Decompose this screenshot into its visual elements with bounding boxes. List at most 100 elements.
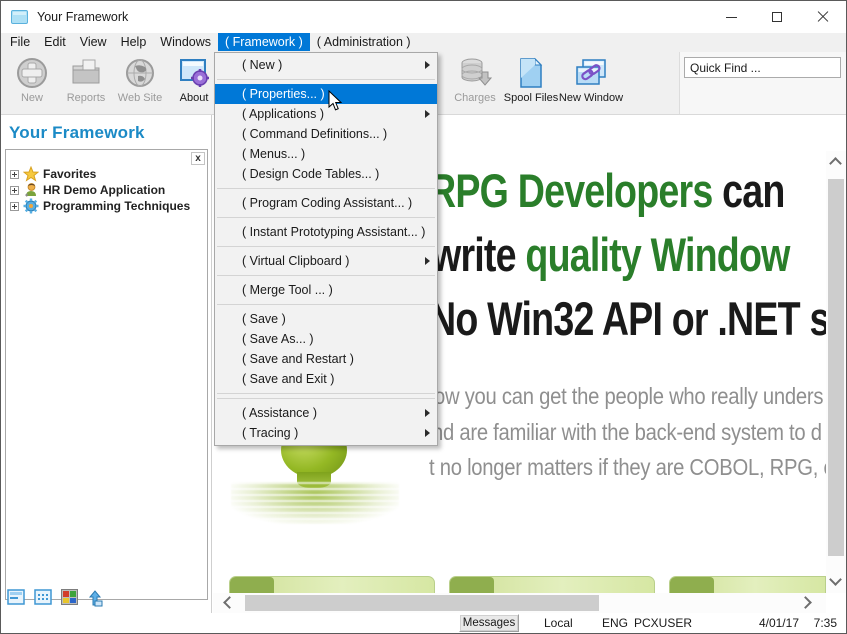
- vertical-scrollbar[interactable]: [826, 151, 846, 593]
- green-card-3: [669, 576, 826, 593]
- menu-item-instant-prototyping-assistant[interactable]: ( Instant Prototyping Assistant... ): [215, 222, 437, 242]
- quick-find-panel: [679, 52, 846, 114]
- close-icon: [817, 11, 829, 23]
- card-cap: [230, 577, 274, 593]
- about-button[interactable]: About: [167, 56, 221, 111]
- menu-item-program-coding-assistant[interactable]: ( Program Coding Assistant... ): [215, 193, 437, 213]
- scroll-left-icon[interactable]: [223, 596, 236, 609]
- tree-panel: x Favorites HR Demo Application: [5, 149, 208, 600]
- charges-database-icon: [458, 56, 492, 90]
- scroll-right-icon[interactable]: [799, 596, 812, 609]
- menu-item-save-and-exit[interactable]: ( Save and Exit ): [215, 369, 437, 389]
- sidebar: Your Framework x Favorites HR Demo Appli…: [1, 115, 212, 613]
- tree-item-hr-demo[interactable]: HR Demo Application: [10, 182, 165, 198]
- new-plus-icon: [15, 56, 49, 90]
- green-card-2: [449, 576, 655, 593]
- date-label: 4/01/17: [759, 616, 799, 630]
- menu-help[interactable]: Help: [114, 33, 154, 51]
- app-window: Your Framework File Edit View Help Windo…: [0, 0, 847, 634]
- messages-button[interactable]: Messages: [459, 614, 519, 632]
- menu-framework[interactable]: ( Framework ): [218, 33, 310, 51]
- menu-separator: [217, 393, 435, 394]
- scroll-down-icon[interactable]: [829, 573, 842, 586]
- menu-item-properties[interactable]: ( Properties... ): [215, 84, 437, 104]
- sort-ascending-icon: [87, 589, 103, 607]
- quick-find-input[interactable]: [684, 57, 841, 78]
- expand-icon[interactable]: [10, 186, 19, 195]
- tree-item-label: Favorites: [43, 167, 96, 181]
- menu-separator: [217, 304, 435, 305]
- web-site-button[interactable]: Web Site: [113, 56, 167, 111]
- details-view-icon: [34, 589, 52, 605]
- menu-separator: [217, 275, 435, 276]
- menu-item-merge-tool[interactable]: ( Merge Tool ... ): [215, 280, 437, 300]
- menu-item-command-definitions[interactable]: ( Command Definitions... ): [215, 124, 437, 144]
- menu-item-menus[interactable]: ( Menus... ): [215, 144, 437, 164]
- menu-item-new[interactable]: ( New ): [215, 55, 437, 75]
- card-cap: [450, 577, 494, 593]
- color-grid-icon: [61, 589, 78, 605]
- menu-administration[interactable]: ( Administration ): [310, 33, 418, 51]
- charges-button[interactable]: Charges: [448, 56, 502, 111]
- reports-folder-icon: [69, 56, 103, 90]
- gear-icon: [23, 198, 39, 214]
- expand-icon[interactable]: [10, 170, 19, 179]
- sidebar-title: Your Framework: [9, 123, 145, 143]
- menu-view[interactable]: View: [73, 33, 114, 51]
- scroll-up-icon[interactable]: [829, 157, 842, 170]
- spool-files-button[interactable]: Spool Files: [504, 56, 558, 111]
- maximize-button[interactable]: [754, 1, 800, 33]
- menu-file[interactable]: File: [3, 33, 37, 51]
- vertical-scrollbar-thumb[interactable]: [828, 179, 844, 556]
- person-icon: [23, 182, 39, 198]
- tree-close-button[interactable]: x: [191, 152, 205, 165]
- reports-button[interactable]: Reports: [59, 56, 113, 111]
- view-toggle-bar: [7, 589, 103, 607]
- new-window-button[interactable]: New Window: [564, 56, 618, 111]
- tree-item-label: HR Demo Application: [43, 183, 165, 197]
- menu-windows[interactable]: Windows: [153, 33, 218, 51]
- menu-separator: [217, 398, 435, 399]
- expand-icon[interactable]: [10, 202, 19, 211]
- menu-edit[interactable]: Edit: [37, 33, 73, 51]
- submenu-arrow-icon: [425, 409, 430, 417]
- title-bar: Your Framework: [1, 1, 846, 33]
- sort-ascending-button[interactable]: [87, 589, 103, 607]
- menu-item-tracing[interactable]: ( Tracing ): [215, 423, 437, 443]
- menu-item-virtual-clipboard[interactable]: ( Virtual Clipboard ): [215, 251, 437, 271]
- submenu-arrow-icon: [425, 110, 430, 118]
- window-title: Your Framework: [37, 10, 128, 24]
- menu-separator: [217, 79, 435, 80]
- details-view-button[interactable]: [34, 589, 52, 607]
- menu-bar: File Edit View Help Windows ( Framework …: [1, 33, 846, 52]
- water-reflection: [231, 482, 399, 524]
- horizontal-scrollbar-thumb[interactable]: [245, 595, 599, 611]
- close-button[interactable]: [800, 1, 846, 33]
- menu-item-save-and-restart[interactable]: ( Save and Restart ): [215, 349, 437, 369]
- new-button[interactable]: New: [5, 56, 59, 111]
- menu-item-design-code-tables[interactable]: ( Design Code Tables... ): [215, 164, 437, 184]
- environment-label: Local: [544, 616, 573, 630]
- menu-separator: [217, 217, 435, 218]
- spool-files-document-icon: [514, 56, 548, 90]
- menu-item-applications[interactable]: ( Applications ): [215, 104, 437, 124]
- green-card-1: [229, 576, 435, 593]
- tree-item-favorites[interactable]: Favorites: [10, 166, 96, 182]
- tree-item-label: Programming Techniques: [43, 199, 190, 213]
- minimize-icon: [726, 17, 737, 18]
- mouse-cursor: [328, 90, 342, 111]
- status-bar: Messages Local ENG PCXUSER 4/01/17 7:35: [1, 613, 846, 633]
- paragraph-line-1: ow you can get the people who really und…: [434, 383, 823, 410]
- menu-separator: [217, 188, 435, 189]
- menu-item-assistance[interactable]: ( Assistance ): [215, 403, 437, 423]
- minimize-button[interactable]: [708, 1, 754, 33]
- tree-item-programming-techniques[interactable]: Programming Techniques: [10, 198, 190, 214]
- horizontal-scrollbar[interactable]: [213, 593, 826, 613]
- color-grid-button[interactable]: [61, 589, 78, 607]
- new-window-link-icon: [574, 56, 608, 90]
- maximize-icon: [772, 12, 782, 22]
- menu-item-save-as[interactable]: ( Save As... ): [215, 329, 437, 349]
- command-view-button[interactable]: [7, 589, 25, 607]
- menu-item-save[interactable]: ( Save ): [215, 309, 437, 329]
- star-icon: [23, 166, 39, 182]
